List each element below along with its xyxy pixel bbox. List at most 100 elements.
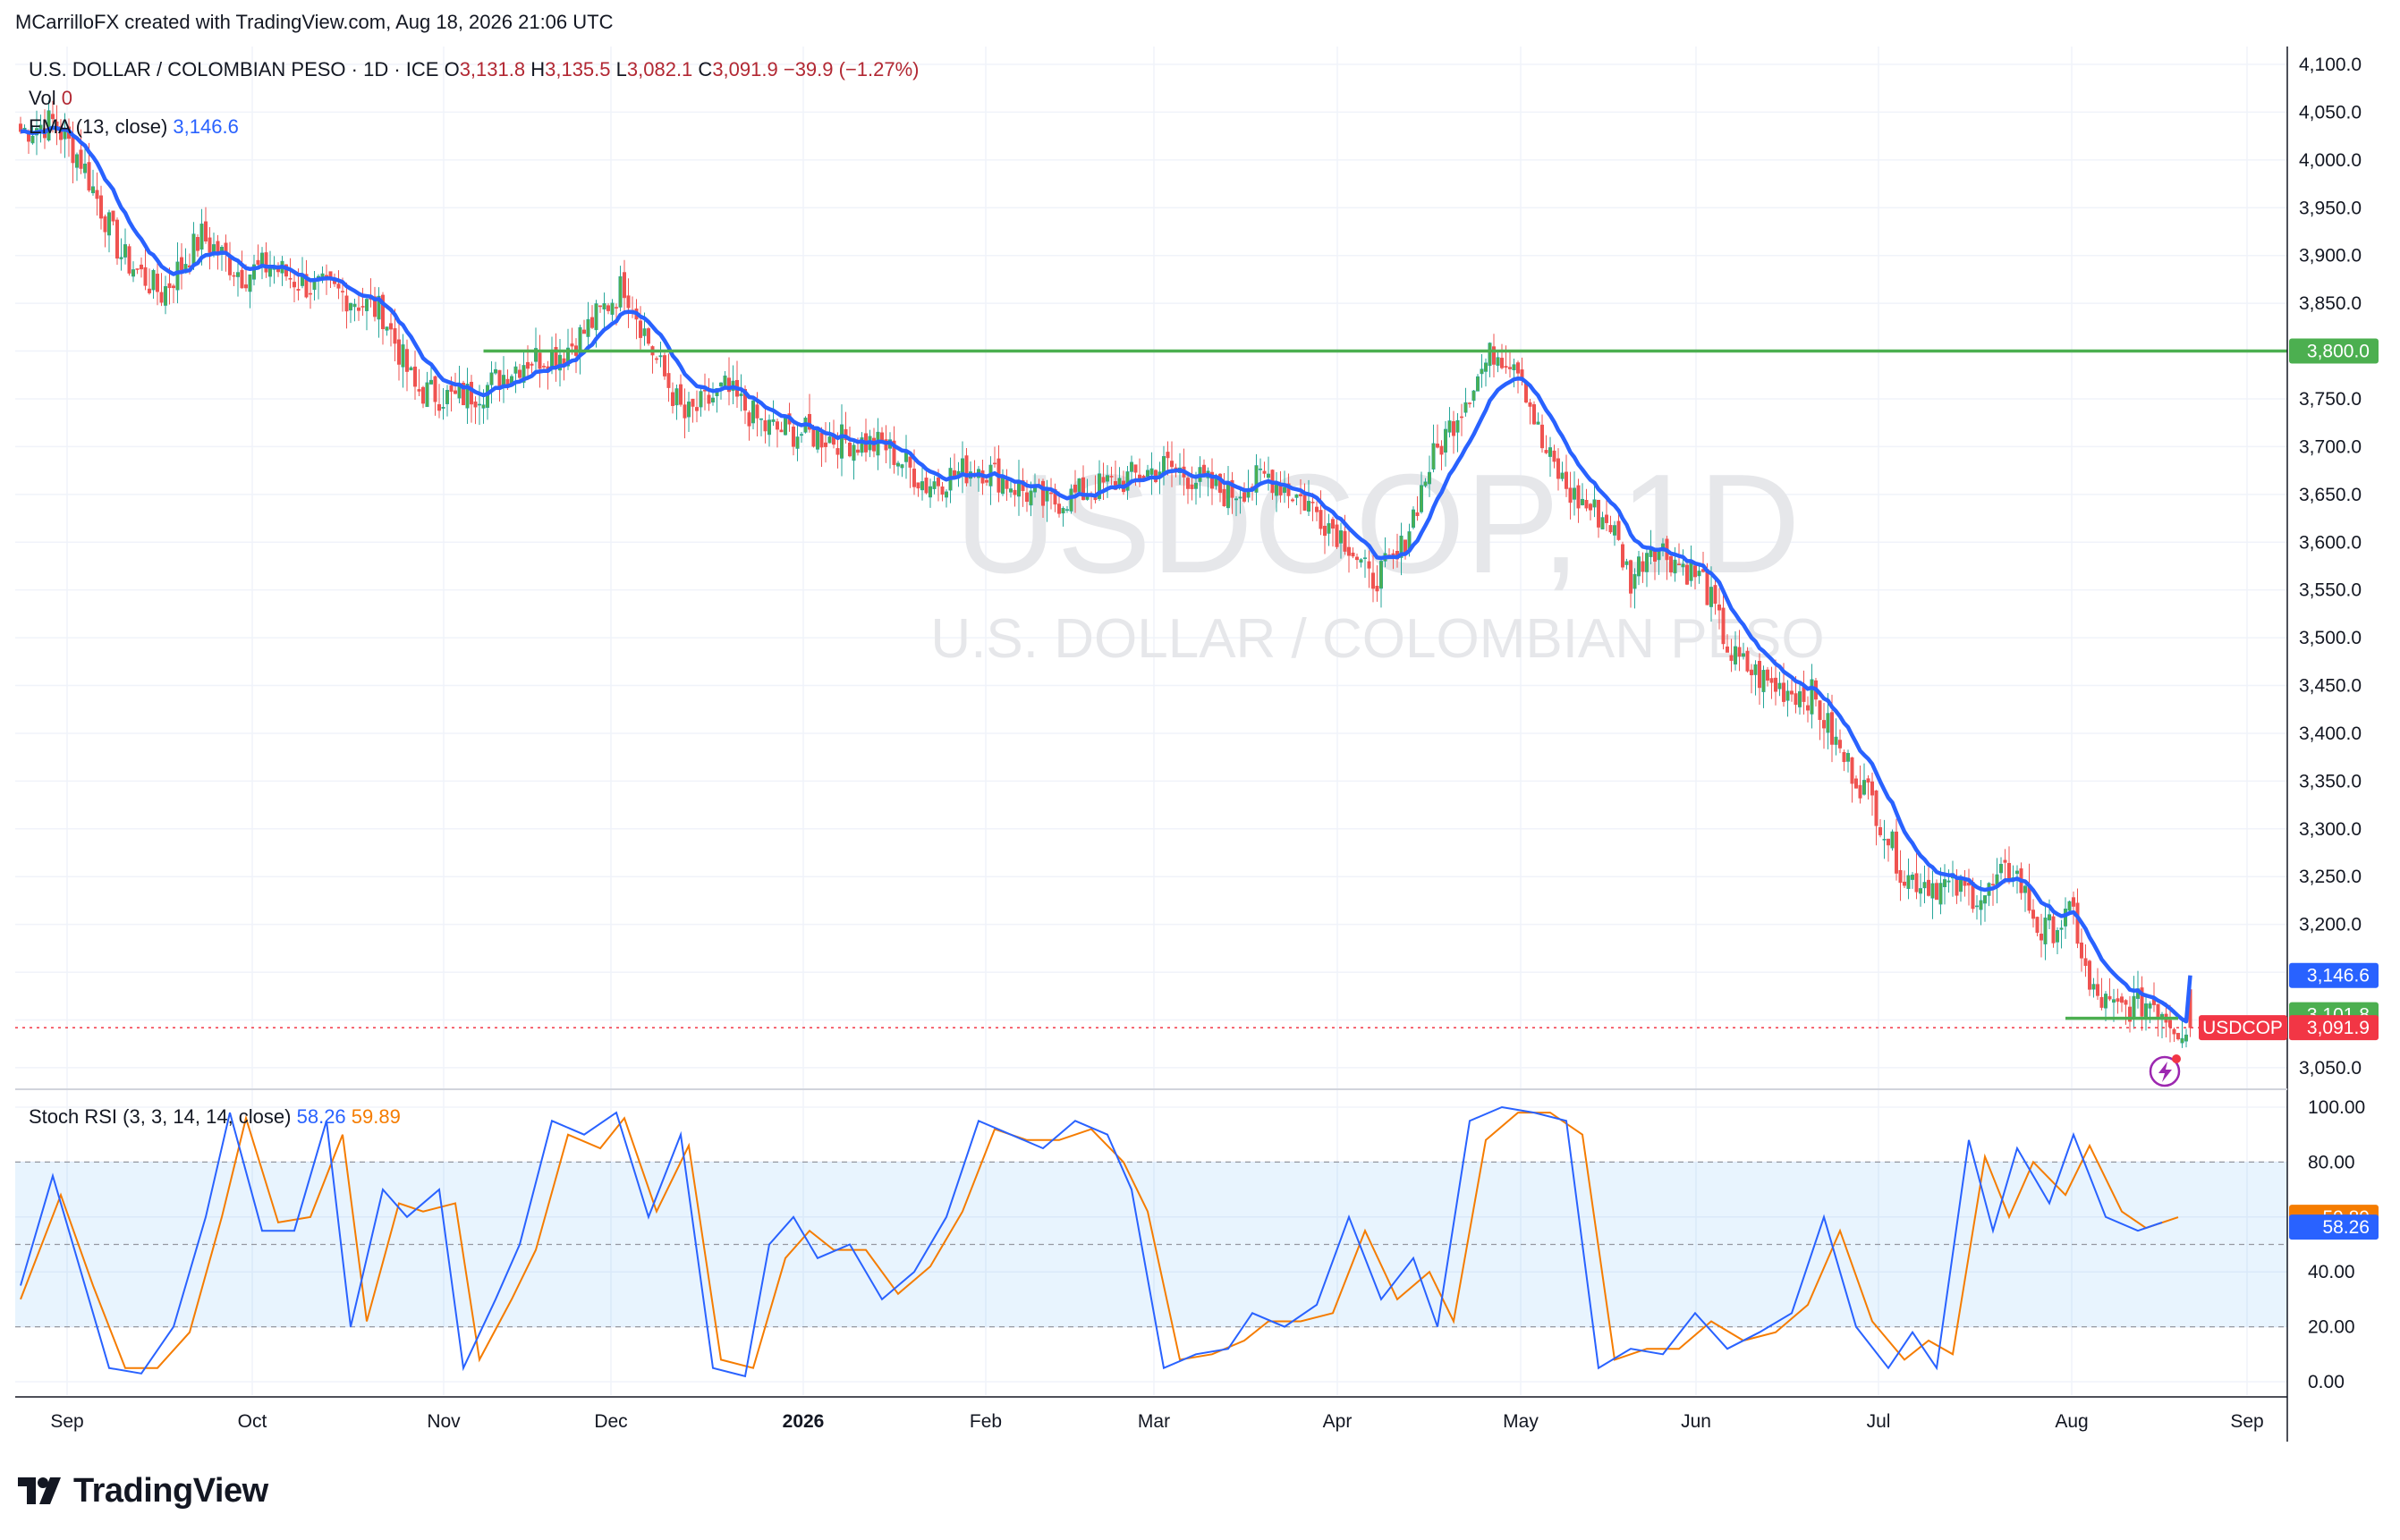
ema-value: 3,146.6 [173, 115, 239, 138]
chart-canvas[interactable]: USDCOP, 1D U.S. DOLLAR / COLOMBIAN PESO … [0, 0, 2400, 1540]
stoch-label: Stoch RSI (3, 3, 14, 14, close) [29, 1105, 292, 1128]
candle-body [473, 401, 478, 408]
open-value: 3,131.8 [459, 58, 526, 80]
candle-body [1903, 881, 1907, 886]
candle-body [1822, 720, 1827, 729]
candle-body [1573, 487, 1577, 500]
candle-body [2048, 914, 2052, 921]
candle-body [477, 403, 481, 406]
price-tick-label: 3,750.0 [2299, 389, 2362, 410]
stoch-k-value: 58.26 [296, 1105, 346, 1128]
candle-body [1428, 471, 1432, 485]
candle-body [1975, 905, 1980, 908]
candle-body [148, 288, 152, 293]
candle-body [1938, 883, 1943, 905]
candle-body [945, 491, 949, 498]
candle-body [2031, 910, 2036, 919]
candle-body [1653, 550, 1658, 563]
candle-body [356, 307, 360, 311]
candle-body [264, 252, 268, 273]
candle-body [1504, 366, 1508, 368]
candle-body [1729, 655, 1734, 661]
candle-body [2104, 994, 2108, 1009]
candle-body [308, 292, 312, 295]
candle-body [1742, 653, 1746, 657]
vol-label: Vol [29, 87, 56, 109]
candle-body [855, 449, 860, 453]
candle-body [1629, 560, 1633, 594]
candle-body [175, 261, 180, 291]
candle-body [485, 385, 489, 409]
candle-body [1983, 895, 1988, 904]
candle-body [1174, 467, 1178, 470]
candle-body [1943, 879, 1947, 888]
candle-body [1101, 477, 1106, 483]
candle-body [602, 303, 606, 310]
candle-body [1605, 514, 1609, 523]
candle-body [723, 375, 727, 387]
candle-body [83, 163, 88, 173]
candle-body [1166, 452, 1170, 459]
candle-body [2172, 1028, 2176, 1035]
candle-body [1536, 421, 1540, 425]
candle-body [1673, 559, 1677, 574]
time-axis-label: May [1503, 1411, 1539, 1432]
candle-body [1471, 390, 1476, 402]
candle-body [1734, 646, 1738, 664]
candle-body [1315, 506, 1319, 512]
candle-body [140, 264, 144, 270]
candle-body [1299, 494, 1303, 496]
candle-body [2043, 918, 2048, 944]
time-axis-label: Sep [2230, 1411, 2263, 1432]
candle-body [1283, 487, 1287, 494]
candle-body [626, 295, 631, 309]
candle-body [2091, 984, 2096, 990]
candle-body [1552, 450, 1556, 462]
candle-body [191, 233, 196, 265]
candle-body [111, 210, 115, 222]
candle-body [107, 212, 112, 236]
candle-body [1906, 875, 1911, 889]
price-tick-label: 4,000.0 [2299, 150, 2362, 171]
candle-body [2132, 995, 2136, 1018]
open-label: O [444, 58, 460, 80]
stoch-tick-label: 40.00 [2308, 1262, 2355, 1282]
candle-body [288, 277, 293, 280]
event-marker[interactable] [2149, 1054, 2181, 1087]
candle-body [1862, 780, 1867, 795]
candle-body [839, 424, 844, 459]
candle-body [1870, 781, 1875, 796]
price-tick-label: 3,600.0 [2299, 532, 2362, 553]
candle-body [1170, 461, 1175, 468]
candle-body [1431, 443, 1436, 470]
candle-body [2148, 1003, 2152, 1009]
candle-body [1323, 525, 1327, 537]
candle-body [1310, 502, 1315, 503]
candle-body [1930, 883, 1935, 899]
candle-body [1226, 481, 1231, 509]
candle-body [1351, 552, 1355, 557]
price-tick-label: 3,200.0 [2299, 915, 2362, 935]
price-tick-label: 3,450.0 [2299, 676, 2362, 697]
candle-body [993, 462, 997, 465]
candle-body [1914, 873, 1919, 893]
candle-body [123, 244, 128, 258]
candle-body [1717, 605, 1722, 611]
price-tick-label: 3,300.0 [2299, 819, 2362, 840]
candle-body [1540, 424, 1545, 449]
candle-body [1294, 494, 1299, 498]
close-label: C [698, 58, 713, 80]
candle-body [755, 404, 759, 419]
time-axis-label: Oct [238, 1411, 267, 1432]
candle-body [1677, 563, 1682, 566]
candle-body [164, 286, 168, 306]
time-axis-label: Mar [1138, 1411, 1170, 1432]
candle-body [1133, 464, 1138, 473]
time-axis-label: Dec [594, 1411, 627, 1432]
candle-body [1766, 669, 1770, 681]
time-axis-label: Feb [970, 1411, 1002, 1432]
tradingview-logo[interactable]: TradingView [16, 1472, 268, 1510]
candle-body [2112, 999, 2116, 1003]
candle-body [417, 389, 421, 392]
candle-body [618, 275, 623, 308]
